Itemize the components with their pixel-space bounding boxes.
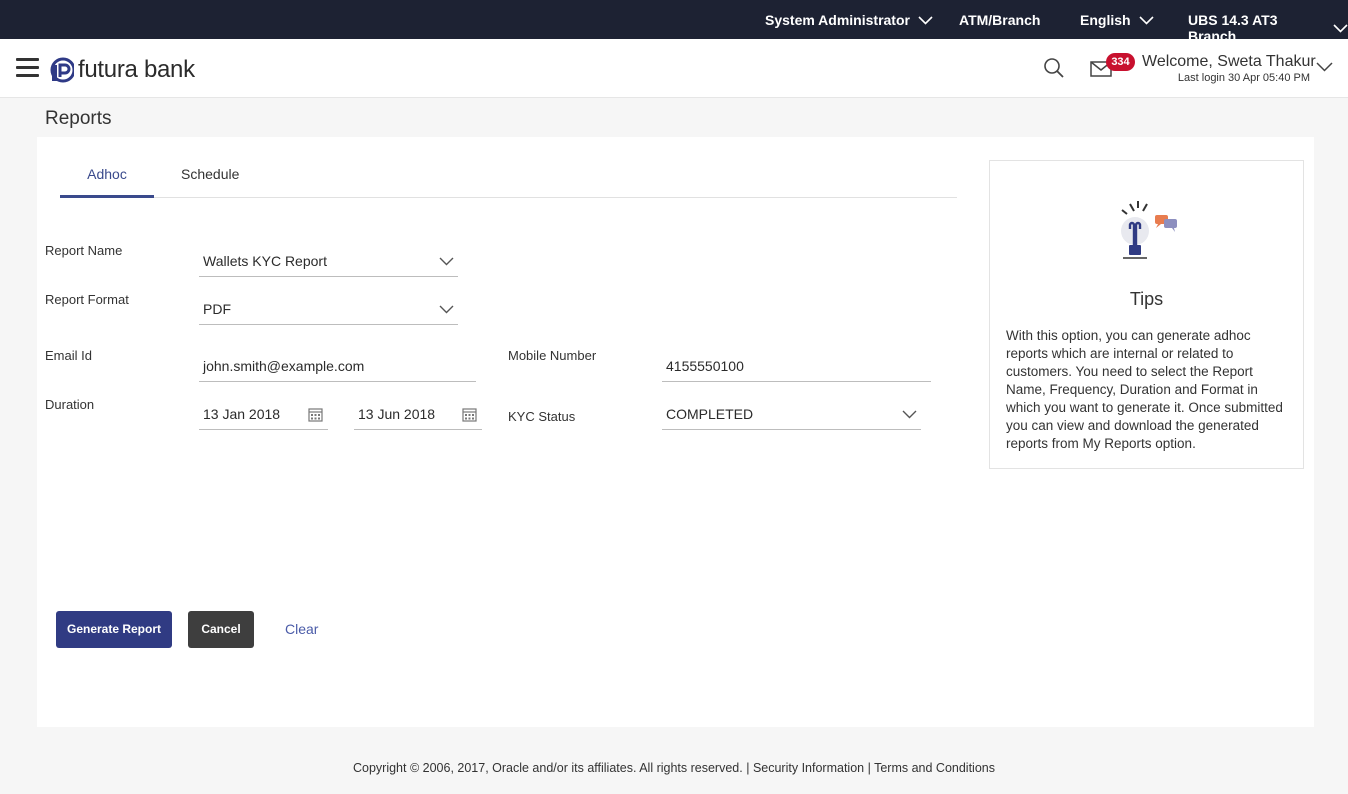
kyc-status-value: COMPLETED [666, 406, 754, 422]
page-title: Reports [45, 108, 112, 129]
chevron-down-icon [439, 257, 454, 266]
cancel-button[interactable]: Cancel [188, 611, 254, 648]
calendar-icon[interactable] [308, 407, 323, 422]
chevron-down-icon [918, 15, 933, 25]
clear-link[interactable]: Clear [285, 621, 318, 637]
chevron-down-icon [1138, 15, 1154, 25]
hamburger-menu-icon[interactable] [16, 58, 39, 78]
report-name-value: Wallets KYC Report [203, 253, 327, 269]
duration-label: Duration [45, 397, 95, 412]
mobile-value: 4155550100 [666, 358, 744, 374]
email-label: Email Id [45, 348, 92, 363]
report-name-label: Report Name [45, 243, 123, 258]
security-information-link[interactable]: Security Information [753, 761, 864, 775]
atm-branch-link[interactable]: ATM/Branch [959, 12, 1040, 28]
top-bar: System Administrator ATM/Branch English … [0, 0, 1348, 44]
duration-to-field[interactable]: 13 Jun 2018 [354, 396, 482, 430]
role-label: System Administrator [765, 12, 910, 28]
report-name-select[interactable]: Wallets KYC Report [199, 243, 458, 277]
tips-panel: Tips With this option, you can generate … [989, 160, 1304, 469]
last-login-text: Last login 30 Apr 05:40 PM [1177, 72, 1310, 84]
mobile-label: Mobile Number [508, 348, 597, 363]
logo-text: futura bank [78, 56, 195, 83]
tips-text: With this option, you can generate adhoc… [1006, 328, 1283, 451]
generate-report-button[interactable]: Generate Report [56, 611, 172, 648]
chevron-down-icon [902, 410, 917, 419]
duration-from-field[interactable]: 13 Jan 2018 [199, 396, 328, 430]
chevron-down-icon [1333, 23, 1348, 33]
lightbulb-icon [1121, 201, 1177, 259]
tab-adhoc[interactable]: Adhoc [60, 166, 154, 198]
mobile-field[interactable]: 4155550100 [662, 348, 931, 382]
chevron-down-icon[interactable] [1316, 62, 1333, 72]
chevron-down-icon [439, 305, 454, 314]
tab-schedule[interactable]: Schedule [181, 166, 239, 198]
footer-separator: | [867, 761, 871, 775]
report-format-value: PDF [203, 301, 231, 317]
duration-to-value: 13 Jun 2018 [358, 406, 436, 422]
email-field[interactable]: john.smith@example.com [199, 348, 476, 382]
tab-bar: Adhoc Schedule [60, 160, 957, 198]
copyright-text: Copyright © 2006, 2017, Oracle and/or it… [352, 761, 743, 775]
kyc-status-label: KYC Status [508, 409, 576, 424]
language-selector[interactable]: English [1080, 12, 1154, 28]
user-menu[interactable]: Welcome, Sweta Thakur Last login 30 Apr … [1142, 53, 1316, 84]
terms-link[interactable]: Terms and Conditions [874, 761, 995, 775]
footer-separator: | [746, 761, 750, 775]
welcome-text: Welcome, Sweta Thakur [1142, 53, 1316, 70]
search-icon[interactable] [1043, 57, 1065, 79]
logo-mark-icon [50, 57, 74, 83]
notification-badge[interactable]: 334 [1106, 53, 1135, 71]
app-header: futura bank 334 Welcome, Sweta Thakur La… [0, 39, 1348, 98]
role-selector[interactable]: System Administrator [765, 12, 933, 28]
calendar-icon[interactable] [462, 407, 477, 422]
bank-logo[interactable]: futura bank [50, 56, 195, 84]
report-format-label: Report Format [45, 292, 129, 307]
language-label: English [1080, 12, 1131, 28]
tips-title: Tips [1129, 289, 1164, 309]
duration-from-value: 13 Jan 2018 [203, 406, 281, 422]
kyc-status-select[interactable]: COMPLETED [662, 396, 921, 430]
email-value: john.smith@example.com [203, 358, 365, 374]
report-format-select[interactable]: PDF [199, 291, 458, 325]
atm-branch-label: ATM/Branch [959, 12, 1041, 28]
footer: Copyright © 2006, 2017, Oracle and/or it… [0, 761, 1348, 775]
